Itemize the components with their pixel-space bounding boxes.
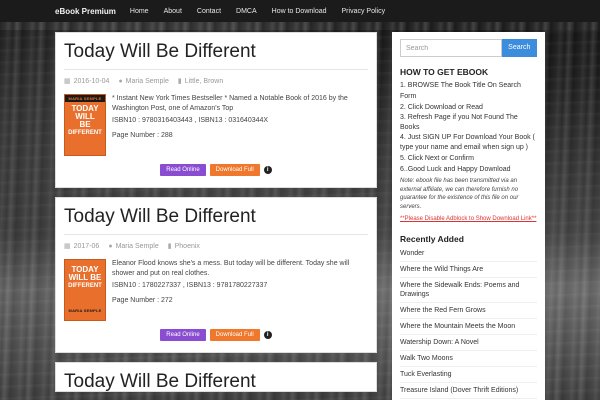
book-icon: ▮ [177,78,182,85]
post-card: Today Will Be Different ▦ 2016-10-04 ● M… [55,32,377,188]
nav-contact[interactable]: Contact [197,8,221,15]
adblock-link[interactable]: **Please Disable Adblock to Show Downloa… [400,215,537,224]
calendar-icon: ▦ [64,243,71,250]
recent-item[interactable]: Treasure Island (Dover Thrift Editions) [400,383,537,399]
post-title[interactable]: Today Will Be Different [64,206,368,235]
info-icon[interactable]: i [263,166,272,174]
book-info: TODAY WILL BE DIFFERENT MARIA SEMPLE Ele… [64,259,368,321]
user-icon: ● [108,242,113,250]
search-input[interactable] [400,39,502,57]
recent-list: Wonder Where the Wild Things Are Where t… [400,246,537,399]
action-buttons: Read Online Download Full i [64,329,368,341]
recent-item[interactable]: Where the Wild Things Are [400,262,537,278]
affiliate-note: Note: ebook file has been transmitted vi… [400,178,519,210]
description-text: * Instant New York Times Bestseller * Na… [112,95,348,112]
howto-heading: HOW TO GET EBOOK [400,67,489,77]
read-online-button[interactable]: Read Online [160,329,206,341]
post-title[interactable]: Today Will Be Different [64,371,368,391]
post-meta: ▦ 2016-10-04 ● Maria Semple ▮ Little, Br… [64,77,368,86]
recent-item[interactable]: Walk Two Moons [400,351,537,367]
recently-added-heading: Recently Added [400,233,464,244]
recent-item[interactable]: Tuck Everlasting [400,367,537,383]
nav-home[interactable]: Home [130,8,149,15]
howto-step: 5. Click Next or Confirm [400,155,474,162]
book-cover-image[interactable]: MARIA SEMPLE TODAY WILL BE DIFFERENT [64,94,106,156]
post-card: Today Will Be Different [55,362,377,392]
recent-item[interactable]: Where the Mountain Meets the Moon [400,319,537,335]
recent-item[interactable]: Watership Down: A Novel [400,335,537,351]
cover-title-line: BE [79,120,91,129]
howto-step: 1. BROWSE The Book Title On Search Form [400,82,521,100]
howto-step: 4. Just SIGN UP For Download Your Book (… [400,134,535,151]
post-author[interactable]: Maria Semple [116,243,159,250]
nav-privacy-policy[interactable]: Privacy Policy [342,8,386,15]
recent-item[interactable]: Where the Red Fern Grows [400,303,537,319]
book-description: Eleanor Flood knows she's a mess. But to… [112,259,368,321]
site-brand[interactable]: eBook Premium [55,7,116,16]
howto-list: 1. BROWSE The Book Title On Search Form … [400,80,537,175]
book-icon: ▮ [167,243,172,250]
description-text: Eleanor Flood knows she's a mess. But to… [112,260,350,277]
sidebar: Search HOW TO GET EBOOK 1. BROWSE The Bo… [392,32,545,400]
main-content: Today Will Be Different ▦ 2016-10-04 ● M… [55,32,377,392]
nav-dmca[interactable]: DMCA [236,8,257,15]
cover-author: MARIA SEMPLE [65,95,105,102]
howto-step: 3. Refresh Page if you Not Found The Boo… [400,114,518,131]
howto-step: 2. Click Download or Read [400,104,483,111]
download-full-button[interactable]: Download Full [209,329,260,341]
nav-about[interactable]: About [164,8,182,15]
isbn-text: ISBN10 : 1780227337 , ISBN13 : 978178022… [112,282,268,289]
post-card: Today Will Be Different ▦ 2017-06 ● Mari… [55,197,377,353]
book-description: * Instant New York Times Bestseller * Na… [112,94,368,156]
read-online-button[interactable]: Read Online [160,164,206,176]
cover-title-line: WILL BE [68,273,102,282]
search-button[interactable]: Search [501,39,537,57]
post-meta: ▦ 2017-06 ● Maria Semple ▮ Phoenix [64,242,368,251]
post-date: 2017-06 [73,242,100,250]
cover-title-line: DIFFERENT [68,283,102,289]
isbn-text: ISBN10 : 9780316403443 , ISBN13 : 031640… [112,117,269,124]
cover-author: MARIA SEMPLE [68,308,102,313]
search-form: Search [400,39,537,57]
download-full-button[interactable]: Download Full [209,164,260,176]
post-author[interactable]: Maria Semple [126,78,169,85]
page-count: Page Number : 272 [112,296,173,304]
recent-item[interactable]: Where the Sidewalk Ends: Poems and Drawi… [400,278,537,303]
recent-item[interactable]: Wonder [400,246,537,262]
nav-how-to-download[interactable]: How to Download [272,8,327,15]
calendar-icon: ▦ [64,78,71,85]
book-cover-image[interactable]: TODAY WILL BE DIFFERENT MARIA SEMPLE [64,259,106,321]
post-title[interactable]: Today Will Be Different [64,41,368,70]
post-publisher[interactable]: Phoenix [175,243,200,250]
book-info: MARIA SEMPLE TODAY WILL BE DIFFERENT * I… [64,94,368,156]
action-buttons: Read Online Download Full i [64,164,368,176]
cover-title-line: DIFFERENT [68,130,102,136]
info-icon[interactable]: i [263,331,272,339]
user-icon: ● [118,77,123,85]
top-navbar: eBook Premium Home About Contact DMCA Ho… [0,0,600,22]
howto-step: 6..Good Luck and Happy Download [400,166,511,173]
post-publisher[interactable]: Little, Brown [185,78,224,85]
page-count: Page Number : 288 [112,131,173,139]
post-date: 2016-10-04 [73,77,110,85]
